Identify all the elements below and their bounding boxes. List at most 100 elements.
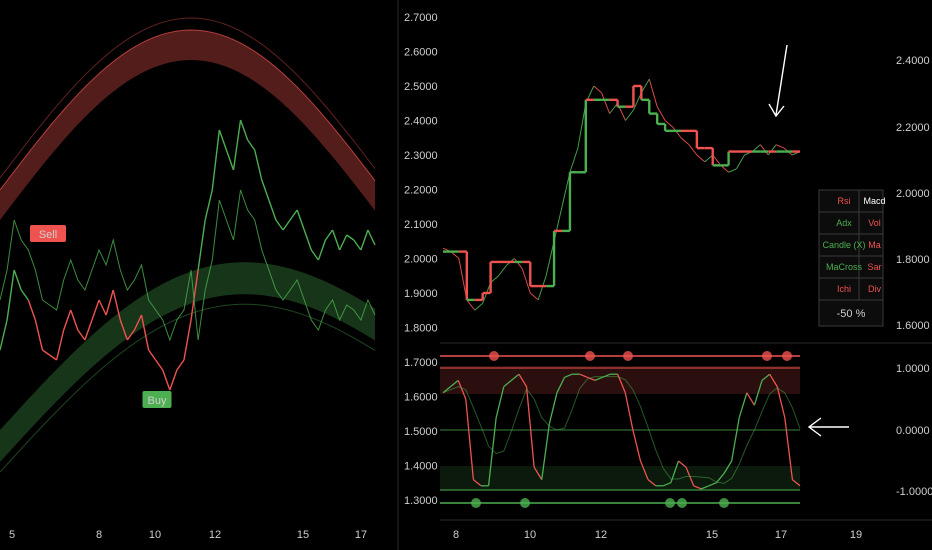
bottom-x-tick-label: 10 — [524, 529, 536, 541]
left-x-tick-label: 10 — [149, 529, 161, 541]
price-tick-label: 2.7000 — [404, 12, 438, 24]
bearish-signal-dot — [489, 351, 499, 361]
price-segment — [601, 92, 611, 114]
price-tick-label: 2.3000 — [404, 150, 438, 162]
price-segment — [672, 127, 682, 139]
price-segment — [247, 139, 256, 151]
price-segment — [360, 229, 369, 251]
price-segment — [282, 219, 291, 231]
dashboard-indicator-left: Adx — [836, 218, 852, 228]
price-segment — [232, 119, 242, 171]
dashboard-indicator-right: Macd — [863, 196, 885, 206]
price-segment — [105, 289, 114, 316]
price-segment — [55, 329, 65, 361]
oscillator-tick-label: 1.0000 — [896, 363, 930, 375]
bullish-signal-dot — [471, 498, 481, 508]
top-price-chart[interactable] — [442, 78, 801, 311]
price-axis-right: 2.4000 2.2000 2.0000 1.8000 1.6000 — [896, 55, 930, 332]
price-segment — [218, 129, 228, 151]
price-segment — [728, 168, 737, 173]
oscillator-pane[interactable] — [440, 351, 801, 508]
right-price-tick-label: 2.0000 — [896, 188, 930, 200]
dashboard-indicator-left: Ichi — [837, 284, 851, 294]
price-segment — [529, 292, 539, 301]
bullish-signal-dot — [665, 498, 675, 508]
price-segment — [20, 289, 29, 301]
chart-workspace: Sell Buy 5 8 10 12 15 17 2.7000 2.6000 2.5000 2.4… — [0, 0, 932, 550]
price-segment — [162, 369, 171, 391]
left-x-tick-label: 8 — [96, 529, 102, 541]
price-segment — [367, 229, 376, 246]
bearish-signal-dot — [623, 351, 633, 361]
price-segment — [474, 302, 483, 311]
price-segment — [49, 354, 58, 361]
price-segment — [70, 309, 79, 331]
price-segment — [310, 249, 319, 261]
right-price-tick-label: 2.4000 — [896, 55, 930, 67]
price-tick-label: 1.3000 — [404, 495, 438, 507]
dashboard-indicator-right: Ma — [868, 240, 881, 250]
oscillator-segment — [746, 392, 755, 406]
dashboard-indicator-left: Rsi — [838, 196, 851, 206]
left-x-tick-label: 15 — [297, 529, 309, 541]
bearish-signal-dot — [762, 351, 772, 361]
right-price-tick-label: 2.2000 — [896, 122, 930, 134]
price-segment — [537, 275, 547, 301]
price-segment — [176, 359, 185, 371]
dashboard-indicator-left: Candle (X) — [822, 240, 865, 250]
price-segment — [34, 319, 44, 351]
price-segment — [169, 369, 178, 391]
oversold-zone — [440, 466, 800, 490]
price-tick-label: 2.6000 — [404, 47, 438, 59]
price-tick-label: 2.5000 — [404, 81, 438, 93]
price-segment — [303, 229, 312, 251]
price-tick-label: 2.1000 — [404, 219, 438, 231]
price-segment — [776, 144, 785, 149]
price-segment — [338, 234, 348, 251]
price-segment — [324, 229, 334, 241]
price-segment — [63, 309, 72, 331]
price-segment — [346, 234, 355, 241]
price-segment — [239, 119, 249, 141]
dashboard-indicator-right: Div — [868, 284, 881, 294]
price-tick-label: 1.8000 — [404, 323, 438, 335]
oscillator-segment — [548, 392, 558, 424]
price-segment — [625, 109, 634, 121]
price-axis-left: 2.7000 2.6000 2.5000 2.4000 2.3000 2.2000 2.10… — [404, 12, 438, 507]
bearish-signal-dot — [782, 351, 792, 361]
sell-signal-label: Sell — [39, 229, 57, 241]
price-segment — [296, 209, 305, 231]
trailing-stop-line — [0, 189, 376, 342]
annotation-arrow-down — [768, 44, 788, 118]
upper-band-fill — [0, 30, 375, 220]
price-segment — [736, 154, 745, 170]
bottom-x-tick-label: 19 — [850, 529, 862, 541]
price-segment — [514, 258, 523, 270]
left-x-tick-label: 12 — [209, 529, 221, 541]
right-price-tick-label: 1.8000 — [896, 254, 930, 266]
price-segment — [767, 144, 777, 156]
price-segment — [6, 269, 15, 321]
price-tick-label: 2.0000 — [404, 254, 438, 266]
oscillator-tick-label: -1.0000 — [896, 486, 932, 498]
price-segment — [498, 265, 507, 277]
price-tick-label: 1.7000 — [404, 357, 438, 369]
left-time-axis: 5 8 10 12 15 17 — [9, 529, 367, 541]
price-segment — [466, 299, 476, 311]
oscillator-axis-right: 1.0000 0.0000 -1.0000 — [896, 363, 932, 498]
buy-signal-label: Buy — [148, 395, 167, 407]
bullish-signal-dot — [677, 498, 687, 508]
left-chart-panel[interactable]: Sell Buy — [0, 17, 376, 473]
oscillator-segment — [624, 392, 634, 431]
price-segment — [759, 144, 769, 156]
price-segment — [261, 179, 270, 201]
price-segment — [183, 319, 192, 361]
signal-dashboard-table: Rsi Macd Adx Vol Candle (X) Ma MaCross Sar Ichi D… — [818, 189, 886, 327]
oscillator-segment — [730, 417, 740, 462]
bullish-signal-dot — [520, 498, 530, 508]
bottom-x-tick-label: 17 — [775, 529, 787, 541]
price-segment — [680, 137, 690, 146]
dashboard-summary-value: -50 % — [837, 308, 866, 320]
price-segment — [197, 219, 206, 271]
price-segment — [331, 229, 341, 251]
